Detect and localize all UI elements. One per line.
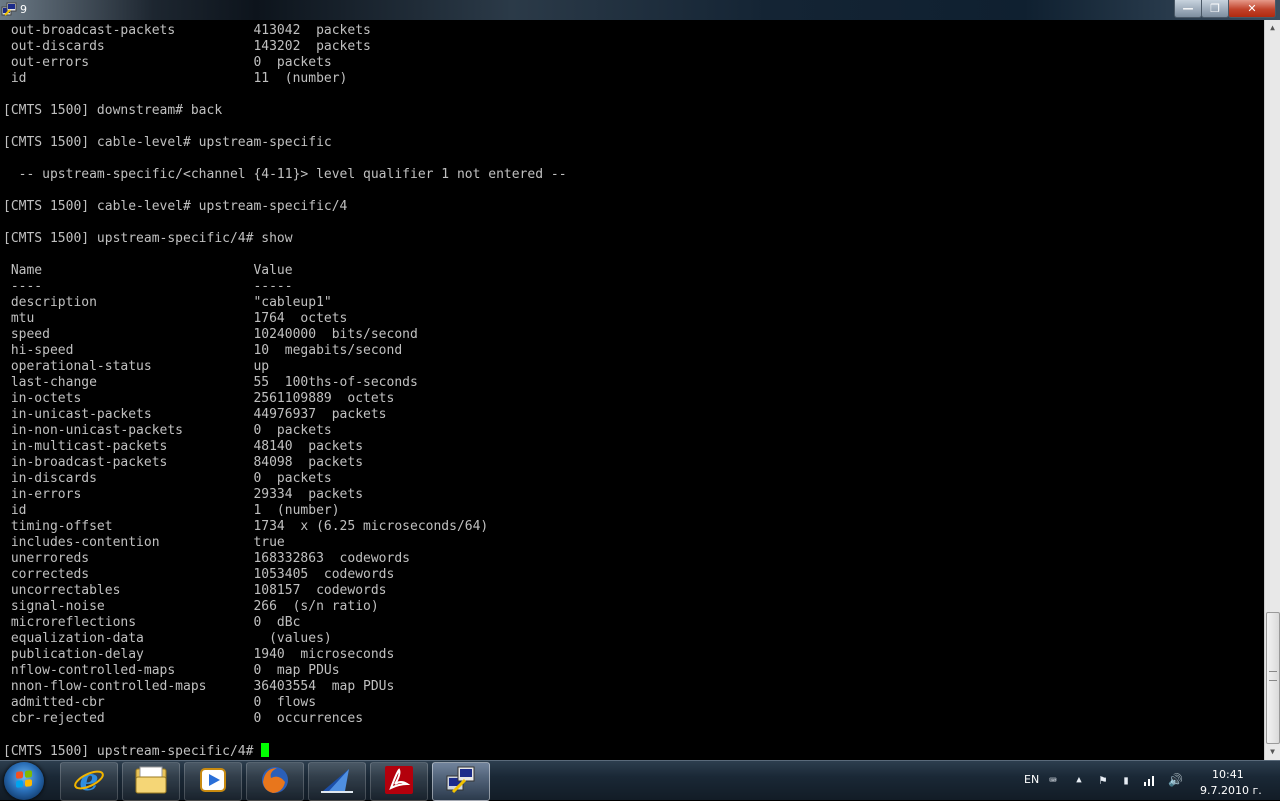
terminal-line: in-discards 0 packets [3,471,332,486]
terminal-line: id 11 (number) [3,71,348,86]
terminal-line: signal-noise 266 (s/n ratio) [3,599,379,614]
terminal-line: hi-speed 10 megabits/second [3,343,403,358]
terminal-line: timing-offset 1734 x (6.25 microseconds/… [3,519,489,534]
close-icon: ✕ [1247,2,1257,15]
terminal-line: out-errors 0 packets [3,55,332,70]
thumb-grip-icon [1269,671,1277,681]
terminal-prompt: [CMTS 1500] upstream-specific/4# [3,744,262,759]
firefox-icon [259,764,291,800]
maximize-button[interactable]: ❐ [1201,0,1229,18]
terminal-line: in-broadcast-packets 84098 packets [3,455,364,470]
taskbar: e EN ⌨ ▲ ⚑ ▮ 🔊 10:41 9.7.2010 г. [0,760,1280,801]
terminal-output[interactable]: out-broadcast-packets 413042 packets out… [0,20,1264,760]
terminal-line: publication-delay 1940 microseconds [3,647,395,662]
volume-icon[interactable]: 🔊 [1168,774,1183,787]
minimize-button[interactable]: — [1174,0,1202,18]
keyboard-icon[interactable]: ⌨ [1046,774,1060,787]
taskbar-item-internet-explorer[interactable]: e [60,762,118,801]
terminal-line: equalization-data (values) [3,631,332,646]
taskbar-item-media-player[interactable] [184,762,242,801]
terminal-line: out-broadcast-packets 413042 packets [3,23,371,38]
clock-time[interactable]: 10:41 [1212,768,1244,781]
terminal-line: in-non-unicast-packets 0 packets [3,423,332,438]
terminal-line: correcteds 1053405 codewords [3,567,395,582]
terminal-line: operational-status up [3,359,270,374]
terminal-line: out-discards 143202 packets [3,39,371,54]
sail-icon [319,765,355,799]
putty-icon [445,764,477,800]
putty-icon[interactable] [1,2,17,18]
terminal-line: in-octets 2561109889 octets [3,391,395,406]
terminal-line: nflow-controlled-maps 0 map PDUs [3,663,340,678]
taskbar-item-acrobat[interactable] [370,762,428,801]
terminal-line: [CMTS 1500] cable-level# upstream-specif… [3,135,332,150]
taskbar-item-app-blue[interactable] [308,762,366,801]
minimize-icon: — [1182,2,1194,15]
terminal-line: unerroreds 168332863 codewords [3,551,410,566]
terminal-line: includes-contention true [3,535,285,550]
pdf-icon [383,764,415,800]
terminal-line: uncorrectables 108157 codewords [3,583,387,598]
terminal-line: in-unicast-packets 44976937 packets [3,407,387,422]
windows-logo-icon [16,770,32,788]
terminal-line: microreflections 0 dBc [3,615,301,630]
terminal-line: [CMTS 1500] upstream-specific/4# show [3,231,293,246]
terminal-line: id 1 (number) [3,503,340,518]
window-title: 9 [20,3,27,16]
terminal-line: admitted-cbr 0 flows [3,695,317,710]
folder-icon [134,765,168,799]
terminal-line: [CMTS 1500] downstream# back [3,103,223,118]
taskbar-item-windows-explorer[interactable] [122,762,180,801]
terminal-line: Name Value [3,263,293,278]
vertical-scrollbar[interactable]: ▲ ▼ [1264,20,1280,760]
scrollbar-thumb[interactable] [1266,612,1280,744]
power-icon[interactable]: ▮ [1119,774,1133,787]
taskbar-item-putty[interactable] [432,762,490,801]
start-button[interactable] [4,762,44,800]
terminal-line: ---- ----- [3,279,293,294]
terminal-line: cbr-rejected 0 occurrences [3,711,364,726]
ie-icon: e [73,763,105,800]
scroll-down-arrow-icon[interactable]: ▼ [1265,744,1280,760]
terminal-line: speed 10240000 bits/second [3,327,418,342]
show-hidden-icons-icon[interactable]: ▲ [1072,774,1086,787]
network-signal-icon[interactable] [1143,774,1157,787]
cursor-block-icon [261,743,270,757]
language-indicator[interactable]: EN [1024,773,1039,786]
clock-date[interactable]: 9.7.2010 г. [1200,784,1262,797]
taskbar-item-firefox[interactable] [246,762,304,801]
action-center-flag-icon[interactable]: ⚑ [1096,774,1110,787]
terminal-line: in-multicast-packets 48140 packets [3,439,364,454]
terminal-prompt-line[interactable]: [CMTS 1500] upstream-specific/4# [3,743,270,759]
window-title-bar[interactable]: 9 — ❐ ✕ [0,0,1280,20]
terminal-line: nnon-flow-controlled-maps 36403554 map P… [3,679,395,694]
terminal-line: mtu 1764 octets [3,311,348,326]
svg-text:e: e [79,764,98,796]
terminal-line: last-change 55 100ths-of-seconds [3,375,418,390]
restore-icon: ❐ [1210,2,1220,15]
terminal-line: -- upstream-specific/<channel {4-11}> le… [3,167,567,182]
media-player-icon [198,765,228,799]
terminal-line: in-errors 29334 packets [3,487,364,502]
close-button[interactable]: ✕ [1228,0,1276,18]
terminal-line: description "cableup1" [3,295,332,310]
scroll-up-arrow-icon[interactable]: ▲ [1265,20,1280,36]
terminal-line: [CMTS 1500] cable-level# upstream-specif… [3,199,348,214]
